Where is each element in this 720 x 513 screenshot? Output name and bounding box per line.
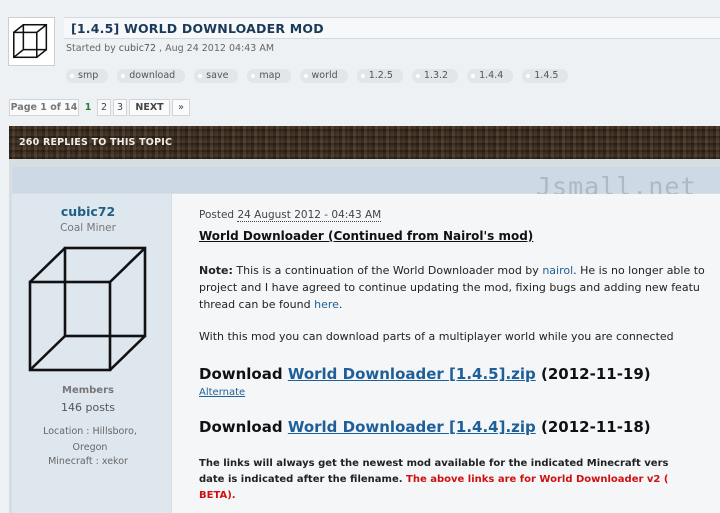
topic-title-bar: [1.4.5] WORLD DOWNLOADER MOD: [64, 17, 720, 39]
links-info-line-2: date is indicated after the filename. Th…: [199, 472, 720, 488]
page-link-2[interactable]: 2: [97, 99, 111, 116]
tag-1-2-5[interactable]: 1.2.5: [356, 69, 403, 83]
pagination: Page 1 of 14 1 2 3 NEXT»: [9, 99, 192, 116]
post-author-name[interactable]: cubic72: [0, 204, 176, 219]
note-bold-label: Note:: [199, 264, 233, 277]
tag-1-4-5[interactable]: 1.4.5: [522, 69, 569, 83]
note-paragraph: Note: This is a continuation of the Worl…: [199, 262, 720, 313]
links-info-text-2a: date is indicated after the filename.: [199, 474, 407, 485]
post-author-location: Location : Hillsboro, Oregon: [30, 424, 150, 456]
note-line-1: Note: This is a continuation of the Worl…: [199, 262, 720, 279]
here-link[interactable]: here: [314, 298, 339, 311]
download-label-1: Download: [199, 365, 288, 383]
topic-title: [1.4.5] WORLD DOWNLOADER MOD: [71, 21, 324, 36]
intro-paragraph: With this mod you can download parts of …: [199, 330, 674, 343]
started-by-date: , Aug 24 2012 04:43 AM: [156, 43, 275, 54]
page-link-3[interactable]: 3: [113, 99, 127, 116]
topic-author-avatar[interactable]: [8, 17, 55, 66]
tag-download[interactable]: download: [117, 69, 186, 83]
tag-1-4-4[interactable]: 1.4.4: [467, 69, 514, 83]
last-page-button[interactable]: »: [172, 99, 190, 116]
post-author-group: Members: [62, 385, 114, 396]
note-text-3b: .: [338, 298, 343, 311]
posted-prefix: Posted: [199, 209, 238, 221]
nairol-link[interactable]: nairol: [542, 264, 573, 277]
download-line-2: Download World Downloader [1.4.4].zip (2…: [199, 418, 720, 436]
cube-avatar-icon: [28, 246, 147, 372]
links-info-warning-3: BETA).: [199, 490, 236, 501]
topic-started-by: Started by cubic72 , Aug 24 2012 04:43 A…: [66, 43, 274, 54]
post-author-rank: Coal Miner: [60, 222, 116, 234]
topic-tags: smp download save map world 1.2.5 1.3.2 1.4.4 1.…: [66, 63, 577, 83]
note-text-3a: thread can be found: [199, 298, 315, 311]
download-date-2: (2012-11-18): [535, 418, 651, 436]
tag-smp[interactable]: smp: [66, 69, 109, 83]
post-author-post-count: 146 posts: [61, 401, 115, 414]
links-info-line-1: The links will always get the newest mod…: [199, 458, 669, 469]
started-by-author-link[interactable]: cubic72: [119, 43, 156, 54]
links-info-paragraph: The links will always get the newest mod…: [199, 456, 720, 504]
note-line-3: thread can be found here.: [199, 296, 720, 313]
tag-map[interactable]: map: [247, 69, 291, 83]
post-author-avatar[interactable]: [25, 242, 150, 377]
tag-save[interactable]: save: [194, 69, 239, 83]
links-info-warning-2: The above links are for World Downloader…: [406, 474, 669, 485]
minecraft-value: xekor: [101, 456, 128, 467]
alternate-download-link[interactable]: Alternate: [199, 387, 245, 398]
topic-header: [1.4.5] WORLD DOWNLOADER MOD Started by …: [0, 0, 720, 92]
note-text-1a: This is a continuation of the World Down…: [232, 264, 543, 277]
page-current: 1: [84, 102, 92, 113]
download-line-1: Download World Downloader [1.4.5].zip (2…: [199, 365, 720, 383]
started-by-prefix: Started by: [66, 43, 119, 54]
replies-banner: 260 REPLIES TO THIS TOPIC: [9, 126, 720, 159]
replies-count: 260 REPLIES TO THIS TOPIC: [19, 137, 173, 148]
note-text-1b: . He is no longer able to: [573, 264, 705, 277]
post-heading: World Downloader (Continued from Nairol'…: [199, 229, 534, 243]
download-date-1: (2012-11-19): [535, 365, 651, 383]
download-link-1-4-4[interactable]: World Downloader [1.4.4].zip: [288, 418, 536, 436]
tag-world[interactable]: world: [299, 69, 348, 83]
minecraft-label: Minecraft :: [48, 456, 102, 467]
note-line-2: project and I have agreed to continue up…: [199, 281, 700, 294]
download-link-1-4-5[interactable]: World Downloader [1.4.5].zip: [288, 365, 536, 383]
cube-avatar-icon: [9, 18, 54, 65]
next-page-button[interactable]: NEXT: [129, 99, 170, 116]
page-indicator: Page 1 of 14: [9, 99, 79, 116]
post-timestamp: Posted 24 August 2012 - 04:43 AM: [199, 209, 382, 222]
posted-date: 24 August 2012 - 04:43 AM: [237, 209, 382, 222]
tag-1-3-2[interactable]: 1.3.2: [411, 69, 459, 83]
post-author-minecraft: Minecraft : xekor: [0, 456, 176, 467]
location-label: Location :: [43, 426, 93, 437]
download-label-2: Download: [199, 418, 288, 436]
